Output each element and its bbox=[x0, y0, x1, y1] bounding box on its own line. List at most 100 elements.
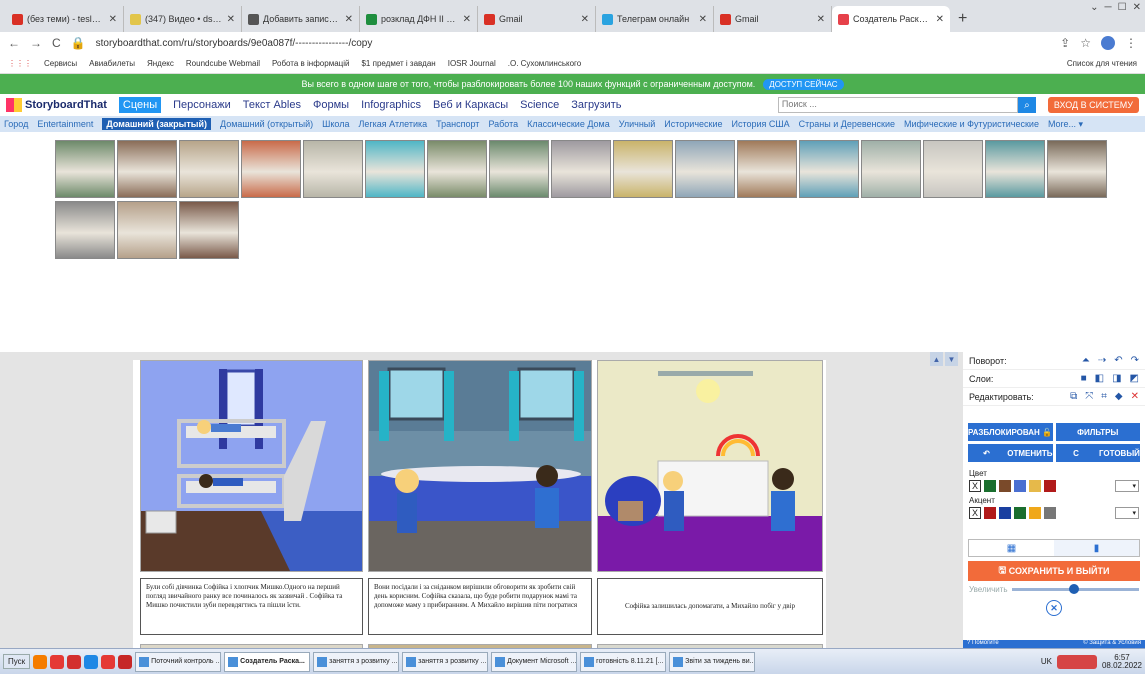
nav-item[interactable]: Сцены bbox=[118, 97, 162, 113]
category-tab[interactable]: Страны и Деревенские bbox=[799, 119, 895, 129]
delete-icon[interactable]: ✕ bbox=[1131, 391, 1139, 402]
caption-2[interactable]: Вони посідали і за сніданком вирішили об… bbox=[368, 578, 592, 635]
scene-thumbnail[interactable] bbox=[985, 140, 1045, 198]
yandex-icon[interactable] bbox=[50, 654, 65, 669]
layer-front-icon[interactable]: ◩ bbox=[1130, 373, 1139, 384]
tab-close-icon[interactable]: ✕ bbox=[463, 14, 471, 25]
mail-icon[interactable] bbox=[67, 654, 82, 669]
custom-color-dropdown[interactable]: ▾ bbox=[1115, 507, 1139, 519]
tab-close-icon[interactable]: ✕ bbox=[936, 14, 944, 25]
accent-swatch[interactable] bbox=[1044, 507, 1056, 519]
save-and-exit-button[interactable]: 🖫 СОХРАНИТЬ И ВЫЙТИ bbox=[968, 561, 1140, 581]
nav-item[interactable]: Формы bbox=[313, 99, 349, 111]
scene-thumbnail[interactable] bbox=[737, 140, 797, 198]
layer-back-icon[interactable]: ■ bbox=[1081, 373, 1087, 384]
rotate-left-icon[interactable]: ↶ bbox=[1114, 355, 1122, 366]
category-tab[interactable]: Город bbox=[4, 119, 28, 129]
storyboard-cell-2[interactable] bbox=[368, 360, 592, 572]
browser-tab[interactable]: (347) Видео • dsshkina_meti ✕ bbox=[124, 6, 242, 32]
close-icon[interactable]: ✕ bbox=[1046, 600, 1062, 616]
single-view-icon[interactable]: ▮ bbox=[1054, 540, 1139, 556]
bookmark-item[interactable]: Roundcube Webmail bbox=[186, 59, 260, 68]
custom-color-dropdown[interactable]: ▾ bbox=[1115, 480, 1139, 492]
bookmark-item[interactable]: Сервисы bbox=[44, 59, 77, 68]
flip-horizontal-icon[interactable]: ⇢ bbox=[1098, 355, 1106, 366]
nav-item[interactable]: Текст Ables bbox=[243, 99, 301, 111]
unlocked-button[interactable]: РАЗБЛОКИРОВАН 🔓 bbox=[968, 423, 1053, 441]
no-color-swatch[interactable]: X bbox=[969, 480, 981, 492]
opera-icon[interactable] bbox=[118, 654, 133, 669]
storyboard-cell-3[interactable] bbox=[597, 360, 823, 572]
category-tab[interactable]: Классические Дома bbox=[527, 119, 610, 129]
accent-swatch[interactable] bbox=[1029, 507, 1041, 519]
scene-thumbnail[interactable] bbox=[551, 140, 611, 198]
bookmark-item[interactable]: $1 предмет і завдан bbox=[361, 59, 435, 68]
category-tab[interactable]: Школа bbox=[322, 119, 349, 129]
grid-view-icon[interactable]: ▦ bbox=[969, 540, 1054, 556]
rotate-right-icon[interactable]: ↷ bbox=[1131, 355, 1139, 366]
layer-forward-icon[interactable]: ◨ bbox=[1112, 373, 1121, 384]
scene-thumbnail[interactable] bbox=[861, 140, 921, 198]
browser-tab[interactable]: Телеграм онлайн ✕ bbox=[596, 6, 714, 32]
color-swatch[interactable] bbox=[1044, 480, 1056, 492]
access-now-button[interactable]: ДОСТУП СЕЙЧАС bbox=[763, 78, 844, 90]
category-tab[interactable]: Мифические и Футуристические bbox=[904, 119, 1039, 129]
scene-thumbnail[interactable] bbox=[923, 140, 983, 198]
login-button[interactable]: ВХОД В СИСТЕМУ bbox=[1047, 97, 1139, 113]
bookmark-item[interactable]: Авиабилеты bbox=[89, 59, 135, 68]
caption-1[interactable]: Були собі дівчинка Софійка і хлопчик Миш… bbox=[140, 578, 363, 635]
nav-item[interactable]: Персонажи bbox=[173, 99, 231, 111]
scene-thumbnail[interactable] bbox=[55, 140, 115, 198]
browser-tab[interactable]: Gmail ✕ bbox=[714, 6, 832, 32]
tab-close-icon[interactable]: ✕ bbox=[581, 14, 589, 25]
taskbar-task[interactable]: Поточний контроль ... bbox=[135, 651, 222, 672]
tray-icons[interactable] bbox=[1056, 654, 1097, 669]
tab-close-icon[interactable]: ✕ bbox=[345, 14, 353, 25]
network-icon[interactable] bbox=[84, 654, 99, 669]
accent-swatch[interactable] bbox=[984, 507, 996, 519]
category-tab[interactable]: More... ▾ bbox=[1048, 119, 1083, 130]
storyboard-cell-1[interactable] bbox=[140, 360, 363, 572]
scene-thumbnail[interactable] bbox=[179, 140, 239, 198]
taskbar-task[interactable]: Документ Microsoft ... bbox=[491, 651, 578, 672]
color-swatch[interactable] bbox=[1029, 480, 1041, 492]
bookmark-item[interactable]: .О. Сухомлинського bbox=[508, 59, 581, 68]
browser-tab[interactable]: розклад ДФН ІІ сем 2021-22 ✕ bbox=[360, 6, 478, 32]
browser-tab[interactable]: Gmail ✕ bbox=[478, 6, 596, 32]
category-tab[interactable]: Транспорт bbox=[436, 119, 479, 129]
profile-icon[interactable] bbox=[1101, 36, 1115, 50]
scene-thumbnail[interactable] bbox=[613, 140, 673, 198]
language-indicator[interactable]: UK bbox=[1041, 657, 1052, 666]
firefox-icon[interactable] bbox=[33, 654, 48, 669]
nav-item[interactable]: Загрузить bbox=[571, 99, 621, 111]
back-icon[interactable]: ← bbox=[8, 36, 20, 50]
category-tab[interactable]: Исторические bbox=[664, 119, 722, 129]
category-tab[interactable]: История США bbox=[732, 119, 790, 129]
color-swatch[interactable] bbox=[1014, 480, 1026, 492]
scene-thumbnail[interactable] bbox=[799, 140, 859, 198]
menu-icon[interactable]: ⋮ bbox=[1125, 36, 1137, 50]
tab-close-icon[interactable]: ✕ bbox=[227, 14, 235, 25]
taskbar-task[interactable]: заняття з розвитку ... bbox=[313, 651, 400, 672]
storyboardthat-logo[interactable]: StoryboardThat bbox=[6, 98, 107, 112]
eraser-icon[interactable]: ◆ bbox=[1115, 391, 1123, 402]
copy-icon[interactable]: ⧉ bbox=[1070, 391, 1077, 402]
filters-button[interactable]: ФИЛЬТРЫ bbox=[1055, 423, 1140, 441]
caption-3[interactable]: Софійка залишилась допомагати, а Михайло… bbox=[597, 578, 823, 635]
start-button[interactable]: Пуск bbox=[3, 654, 31, 669]
scene-thumbnail[interactable] bbox=[179, 201, 239, 259]
done-button[interactable]: C ГОТОВЫЙ bbox=[1055, 444, 1141, 462]
flip-vertical-icon[interactable]: ⏶ bbox=[1082, 355, 1090, 366]
bookmark-item[interactable]: Робота в інформацій bbox=[272, 59, 349, 68]
category-tab[interactable]: Уличный bbox=[619, 119, 656, 129]
scene-thumbnail[interactable] bbox=[675, 140, 735, 198]
forward-icon[interactable]: → bbox=[30, 36, 42, 50]
scene-thumbnail[interactable] bbox=[427, 140, 487, 198]
zoom-slider[interactable] bbox=[1011, 584, 1139, 594]
star-icon[interactable]: ☆ bbox=[1080, 36, 1091, 50]
scene-thumbnail[interactable] bbox=[1047, 140, 1107, 198]
category-tab[interactable]: Домашний (закрытый) bbox=[102, 118, 211, 130]
color-swatch[interactable] bbox=[999, 480, 1011, 492]
tab-close-icon[interactable]: ✕ bbox=[109, 14, 117, 25]
category-tab[interactable]: Легкая Атлетика bbox=[358, 119, 427, 129]
